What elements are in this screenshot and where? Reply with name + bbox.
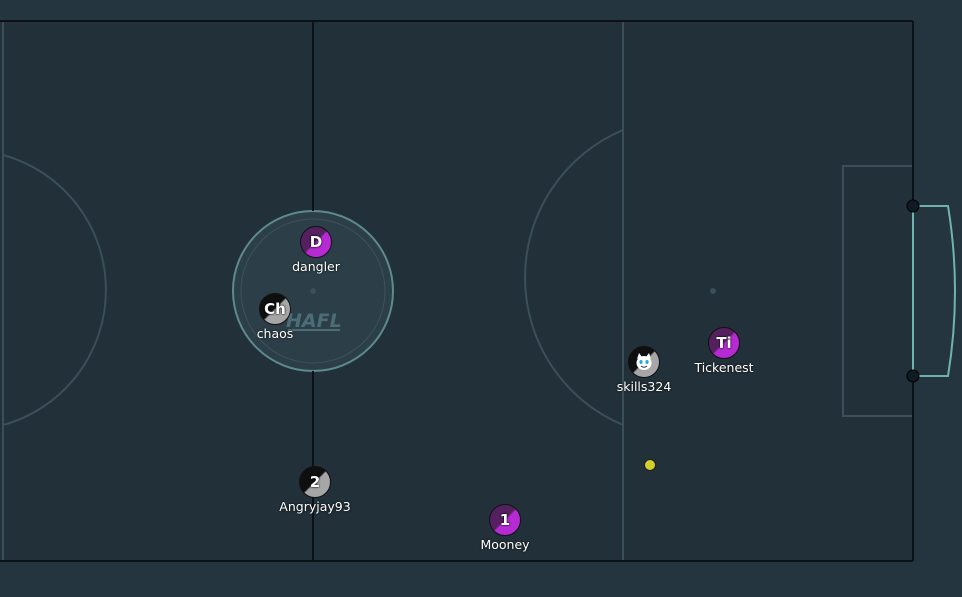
player-disc: Ti: [708, 327, 740, 359]
field-svg: HAFL: [0, 20, 956, 562]
player-angryjay93: 2 Angryjay93: [279, 466, 351, 514]
game-stage: HAFL D dangler Ch chaos 2 Angryjay93 1 M…: [0, 0, 962, 597]
player-name: Tickenest: [694, 360, 754, 375]
penalty-spot: [710, 288, 716, 294]
player-tickenest: Ti Tickenest: [694, 327, 754, 375]
goal-net: [913, 205, 956, 377]
player-avatar: 1: [499, 511, 511, 529]
player-disc: [628, 346, 660, 378]
player-disc: D: [300, 226, 332, 258]
player-mooney: 1 Mooney: [480, 504, 530, 552]
center-spot: [310, 288, 316, 294]
player-avatar: 2: [309, 473, 321, 491]
player-name: skills324: [616, 379, 672, 394]
player-name: Mooney: [480, 537, 530, 552]
player-name: Angryjay93: [279, 499, 351, 514]
player-avatar: Ti: [716, 334, 732, 352]
player-skills324: skills324: [617, 346, 671, 394]
goal-post-bottom: [906, 369, 920, 383]
ball: [644, 459, 656, 471]
league-logo-text: HAFL: [286, 310, 342, 332]
league-logo: HAFL: [286, 310, 342, 332]
goal-post-top: [906, 199, 920, 213]
player-dangler: D dangler: [292, 226, 340, 274]
player-avatar: Ch: [264, 300, 286, 318]
player-chaos: Ch chaos: [257, 293, 293, 341]
player-disc: 1: [489, 504, 521, 536]
player-avatar: D: [309, 233, 323, 251]
player-disc: Ch: [259, 293, 291, 325]
player-name: chaos: [256, 326, 294, 341]
player-name: dangler: [292, 259, 340, 274]
player-disc: 2: [299, 466, 331, 498]
pitch: [0, 21, 913, 561]
cat-face-icon: [636, 353, 652, 370]
